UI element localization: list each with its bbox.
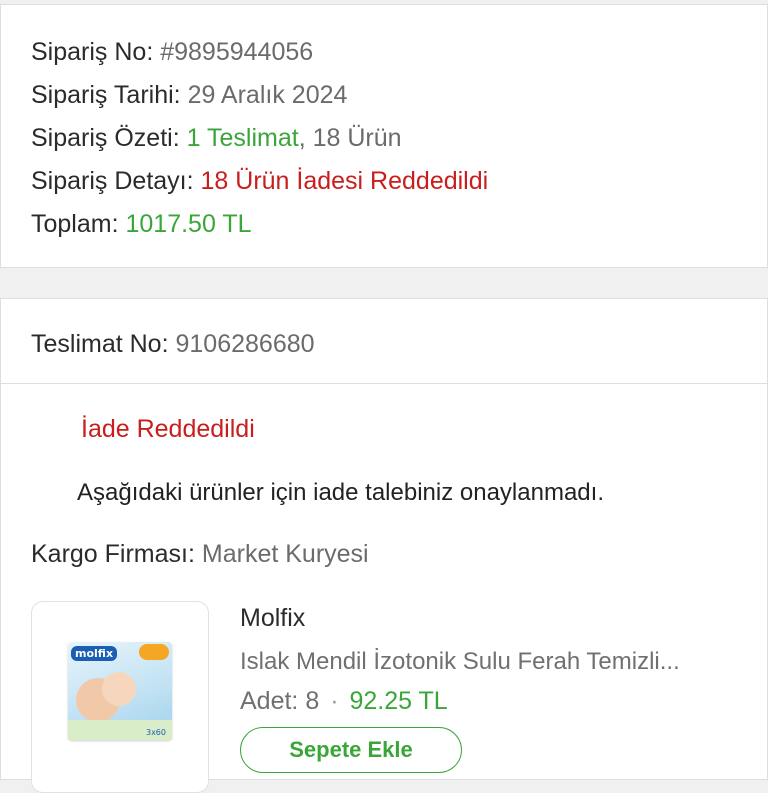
cargo-row: Kargo Firması: Market Kuryesi [31, 539, 369, 569]
order-item-count: 18 Ürün [312, 124, 402, 152]
delivery-number-label: Teslimat No: [31, 330, 169, 358]
return-status: İade Reddedildi [81, 415, 255, 443]
cargo-label: Kargo Firması: [31, 540, 195, 568]
qty-price-separator: · [330, 687, 339, 715]
product-qty-label: Adet: [240, 687, 299, 715]
order-number-row: Sipariş No: #9895944056 [31, 37, 313, 67]
add-to-cart-button[interactable]: Sepete Ekle [240, 727, 462, 773]
order-delivery-count: 1 Teslimat [186, 124, 299, 152]
delivery-number-row: Teslimat No: 9106286680 [31, 329, 315, 359]
product-image-badge [139, 644, 169, 660]
order-total-row: Toplam: 1017.50 TL [31, 209, 252, 239]
order-number-label: Sipariş No: [31, 38, 154, 66]
order-date-label: Sipariş Tarihi: [31, 81, 181, 109]
order-detail-row: Sipariş Detayı: 18 Ürün İadesi Reddedild… [31, 166, 488, 196]
product-image-count: 3x60 [145, 728, 166, 737]
order-total-label: Toplam: [31, 210, 119, 238]
order-summary-separator: , [298, 124, 306, 152]
order-date-row: Sipariş Tarihi: 29 Aralık 2024 [31, 80, 347, 110]
cargo-value: Market Kuryesi [201, 540, 369, 568]
order-number-value: #9895944056 [160, 38, 314, 66]
order-summary-label: Sipariş Özeti: [31, 124, 180, 152]
product-price: 92.25 TL [349, 687, 448, 715]
product-name[interactable]: Islak Mendil İzotonik Sulu Ferah Temizli… [240, 648, 680, 676]
order-total-value: 1017.50 TL [125, 210, 252, 238]
delivery-card: Teslimat No: 9106286680 İade Reddedildi … [0, 298, 768, 793]
order-summary-row: Sipariş Özeti: 1 Teslimat, 18 Ürün [31, 123, 402, 153]
order-date-value: 29 Aralık 2024 [187, 81, 348, 109]
product-image[interactable]: molfix 3x60 [31, 601, 209, 793]
product-qty-value: 8 [305, 687, 320, 715]
product-brand[interactable]: Molfix [240, 604, 305, 633]
order-detail-value: 18 Ürün İadesi Reddedildi [200, 167, 489, 195]
product-qty-price-row: Adet: 8 · 92.25 TL [240, 687, 448, 716]
product-image-baby [102, 672, 136, 706]
order-detail-label: Sipariş Detayı: [31, 167, 194, 195]
wet-wipes-package-image: molfix 3x60 [68, 642, 172, 740]
order-summary-card: Sipariş No: #9895944056 Sipariş Tarihi: … [0, 4, 768, 268]
delivery-divider [1, 383, 767, 384]
delivery-number-value: 9106286680 [175, 330, 315, 358]
product-image-logo: molfix [71, 646, 118, 661]
return-message: Aşağıdaki ürünler için iade talebiniz on… [77, 479, 604, 506]
